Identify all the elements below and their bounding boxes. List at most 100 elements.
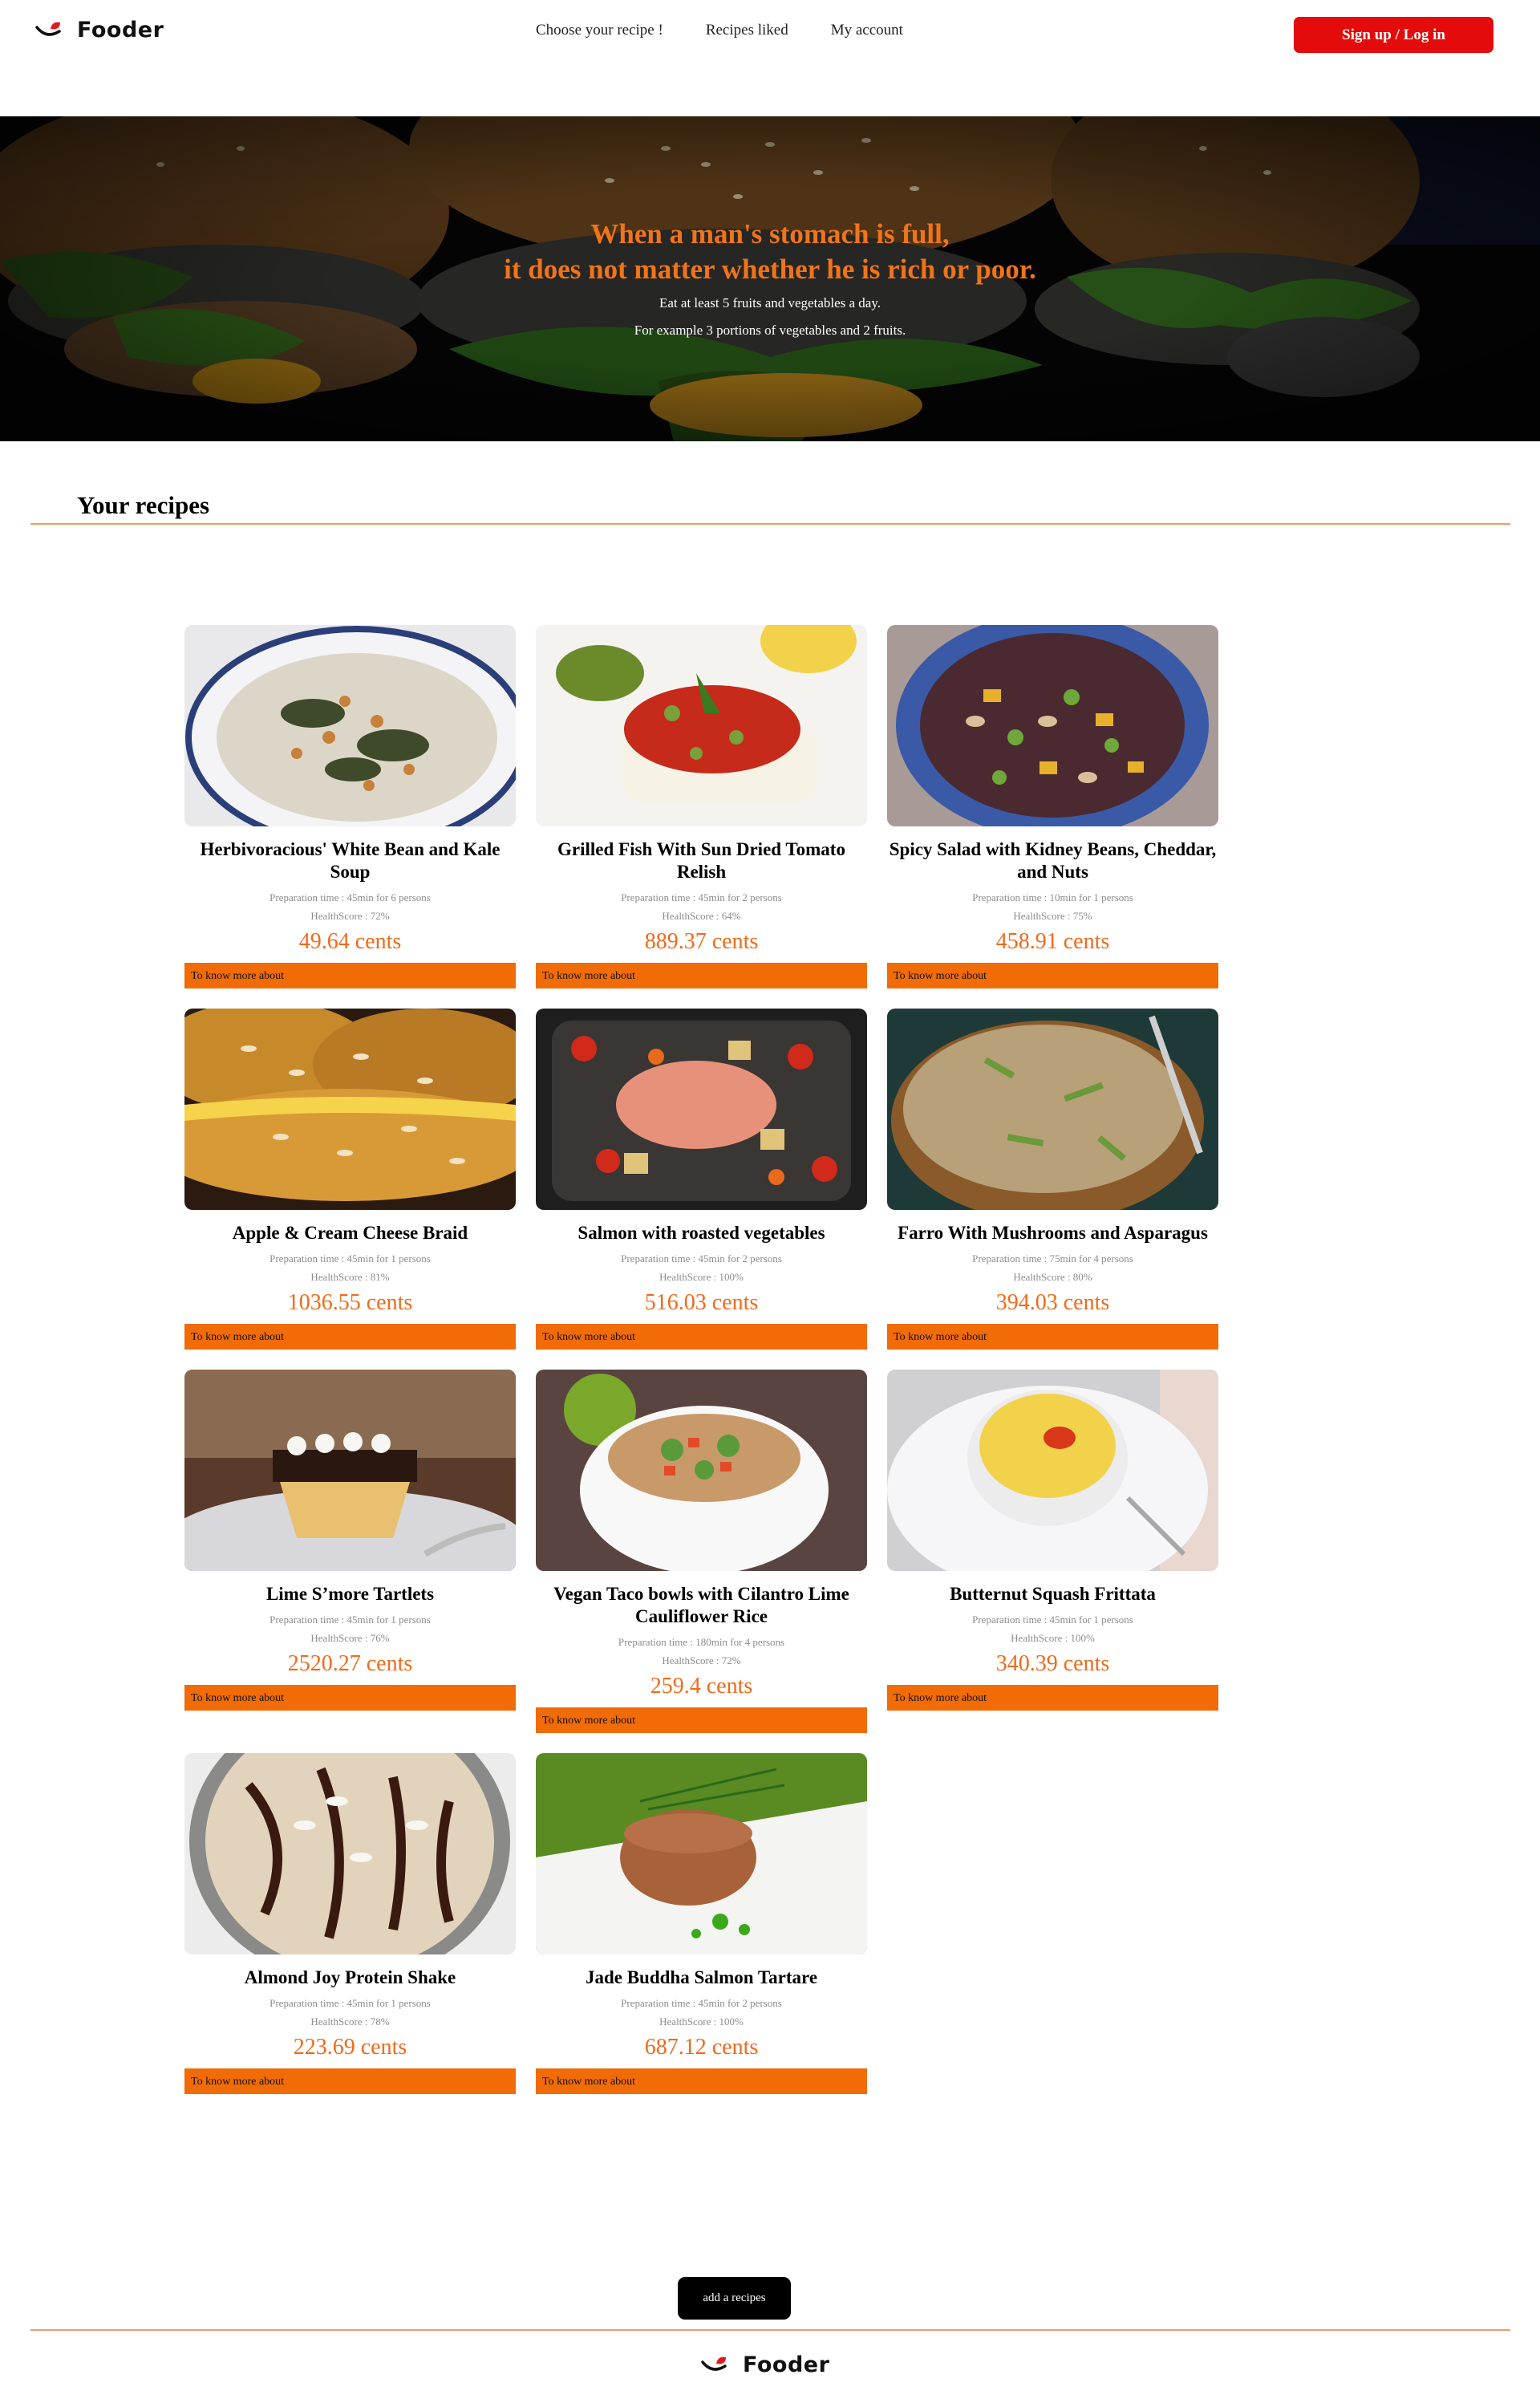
recipe-price: 687.12 cents <box>644 2035 759 2060</box>
recipe-health-score: HealthScore : 100% <box>659 1271 744 1283</box>
recipe-card: Vegan Taco bowls with Cilantro Lime Caul… <box>536 1370 867 1733</box>
recipe-title: Vegan Taco bowls with Cilantro Lime Caul… <box>553 1584 849 1626</box>
recipe-health-score: HealthScore : 72% <box>310 910 390 922</box>
recipe-price: 889.37 cents <box>644 929 759 954</box>
recipe-image-protein-shake[interactable] <box>184 1753 516 1954</box>
nav-my-account[interactable]: My account <box>831 22 903 39</box>
recipe-more-button[interactable]: To know more about <box>887 1685 1218 1711</box>
recipe-card: Lime S’more Tartlets Preparation time : … <box>184 1370 516 1711</box>
logo-leaf-icon <box>701 2356 727 2371</box>
recipe-title: Herbivoracious' White Bean and Kale Soup <box>200 839 500 882</box>
recipe-price: 49.64 cents <box>298 929 402 954</box>
recipe-card: Grilled Fish With Sun Dried Tomato Relis… <box>536 625 867 988</box>
brand-name: Fooder <box>77 18 164 43</box>
recipe-health-score: HealthScore : 81% <box>310 1271 390 1283</box>
footer-logo[interactable]: Fooder <box>701 2352 829 2377</box>
recipe-prep-time: Preparation time : 10min for 1 persons <box>972 891 1133 903</box>
recipe-prep-time: Preparation time : 45min for 2 persons <box>621 1252 782 1264</box>
recipe-price: 1036.55 cents <box>287 1290 413 1315</box>
section-divider <box>30 523 1510 525</box>
recipe-more-button[interactable]: To know more about <box>536 963 867 988</box>
recipe-more-button[interactable]: To know more about <box>184 1324 516 1350</box>
recipe-title: Almond Joy Protein Shake <box>244 1967 456 1987</box>
recipe-image-smore-tartlets[interactable] <box>184 1370 516 1571</box>
hero-text: When a man's stomach is full, it does no… <box>0 217 1540 344</box>
signup-login-button[interactable]: Sign up / Log in <box>1294 17 1493 53</box>
recipe-prep-time: Preparation time : 45min for 6 persons <box>270 891 431 903</box>
recipe-health-score: HealthScore : 100% <box>659 2015 744 2028</box>
recipe-price: 394.03 cents <box>995 1290 1110 1315</box>
recipe-image-taco-bowls[interactable] <box>536 1370 867 1571</box>
main-nav: Choose your recipe ! Recipes liked My ac… <box>536 22 903 39</box>
recipe-image-apple-braid[interactable] <box>184 1009 516 1210</box>
recipe-title: Grilled Fish With Sun Dried Tomato Relis… <box>557 839 845 882</box>
recipe-image-squash-frittata[interactable] <box>887 1370 1218 1571</box>
recipe-title: Salmon with roasted vegetables <box>578 1223 825 1243</box>
recipe-price: 516.03 cents <box>644 1290 759 1315</box>
logo-leaf-icon <box>35 22 61 36</box>
recipe-title: Farro With Mushrooms and Asparagus <box>898 1223 1208 1243</box>
recipe-title: Spicy Salad with Kidney Beans, Cheddar, … <box>889 839 1217 882</box>
site-header: Fooder Choose your recipe ! Recipes like… <box>0 0 1540 72</box>
recipe-card: Butternut Squash Frittata Preparation ti… <box>887 1370 1218 1711</box>
hero-banner: When a man's stomach is full, it does no… <box>0 116 1540 441</box>
recipe-image-bean-kale-soup[interactable] <box>184 625 516 826</box>
recipe-more-button[interactable]: To know more about <box>536 2068 867 2094</box>
recipe-more-button[interactable]: To know more about <box>887 1324 1218 1350</box>
recipe-more-button[interactable]: To know more about <box>536 1324 867 1350</box>
recipe-more-button[interactable]: To know more about <box>184 963 516 988</box>
recipe-prep-time: Preparation time : 45min for 1 persons <box>270 1614 431 1626</box>
recipe-prep-time: Preparation time : 45min for 1 persons <box>270 1252 431 1264</box>
recipe-price: 259.4 cents <box>650 1674 753 1699</box>
recipe-price: 223.69 cents <box>293 2035 407 2060</box>
recipe-price: 458.91 cents <box>995 929 1110 954</box>
recipe-more-button[interactable]: To know more about <box>184 2068 516 2094</box>
recipe-prep-time: Preparation time : 180min for 4 persons <box>618 1636 785 1648</box>
recipe-prep-time: Preparation time : 45min for 1 persons <box>270 1997 431 2009</box>
brand-logo[interactable]: Fooder <box>35 18 164 43</box>
recipe-image-salmon-vegetables[interactable] <box>536 1009 867 1210</box>
recipe-image-grilled-fish[interactable] <box>536 625 867 826</box>
recipe-health-score: HealthScore : 64% <box>662 910 741 922</box>
recipe-image-spicy-salad[interactable] <box>887 625 1218 826</box>
recipe-card: Salmon with roasted vegetables Preparati… <box>536 1009 867 1350</box>
recipe-title: Lime S’more Tartlets <box>265 1584 435 1604</box>
hero-title-line1: When a man's stomach is full, <box>590 218 950 250</box>
recipe-title: Apple & Cream Cheese Braid <box>232 1223 468 1243</box>
add-recipe-button[interactable]: add a recipes <box>678 2277 791 2320</box>
recipe-prep-time: Preparation time : 75min for 4 persons <box>972 1252 1133 1264</box>
nav-choose-recipe[interactable]: Choose your recipe ! <box>536 22 663 39</box>
hero-subtitle-line1: Eat at least 5 fruits and vegetables a d… <box>659 295 881 311</box>
hero-subtitle-line2: For example 3 portions of vegetables and… <box>634 323 906 338</box>
recipe-health-score: HealthScore : 72% <box>662 1654 741 1666</box>
recipe-health-score: HealthScore : 76% <box>310 1632 390 1644</box>
recipe-price: 2520.27 cents <box>287 1651 413 1676</box>
recipe-card: Farro With Mushrooms and Asparagus Prepa… <box>887 1009 1218 1350</box>
footer-divider <box>30 2329 1510 2331</box>
recipe-grid: Herbivoracious' White Bean and Kale Soup… <box>184 625 1219 2094</box>
recipe-more-button[interactable]: To know more about <box>887 963 1218 988</box>
recipe-more-button[interactable]: To know more about <box>184 1685 516 1711</box>
recipe-card: Almond Joy Protein Shake Preparation tim… <box>184 1753 516 2094</box>
recipe-title: Jade Buddha Salmon Tartare <box>585 1967 818 1987</box>
recipe-title: Butternut Squash Frittata <box>950 1584 1156 1604</box>
recipe-more-button[interactable]: To know more about <box>536 1707 867 1733</box>
recipe-image-salmon-tartare[interactable] <box>536 1753 867 1954</box>
section-title: Your recipes <box>77 491 210 519</box>
recipe-health-score: HealthScore : 78% <box>310 2015 390 2028</box>
recipe-health-score: HealthScore : 80% <box>1013 1271 1092 1283</box>
nav-recipes-liked[interactable]: Recipes liked <box>706 22 788 39</box>
recipe-prep-time: Preparation time : 45min for 1 persons <box>972 1614 1133 1626</box>
recipe-card: Herbivoracious' White Bean and Kale Soup… <box>184 625 516 988</box>
recipe-image-farro-mushrooms[interactable] <box>887 1009 1218 1210</box>
recipe-price: 340.39 cents <box>995 1651 1110 1676</box>
recipe-prep-time: Preparation time : 45min for 2 persons <box>621 1997 782 2009</box>
recipe-prep-time: Preparation time : 45min for 2 persons <box>621 891 782 903</box>
recipe-card: Jade Buddha Salmon Tartare Preparation t… <box>536 1753 867 2094</box>
hero-title-line2: it does not matter whether he is rich or… <box>504 254 1036 285</box>
recipe-card: Apple & Cream Cheese Braid Preparation t… <box>184 1009 516 1350</box>
recipe-health-score: HealthScore : 100% <box>1011 1632 1095 1644</box>
recipe-card: Spicy Salad with Kidney Beans, Cheddar, … <box>887 625 1218 988</box>
brand-name: Fooder <box>743 2352 830 2377</box>
recipe-health-score: HealthScore : 75% <box>1013 910 1092 922</box>
